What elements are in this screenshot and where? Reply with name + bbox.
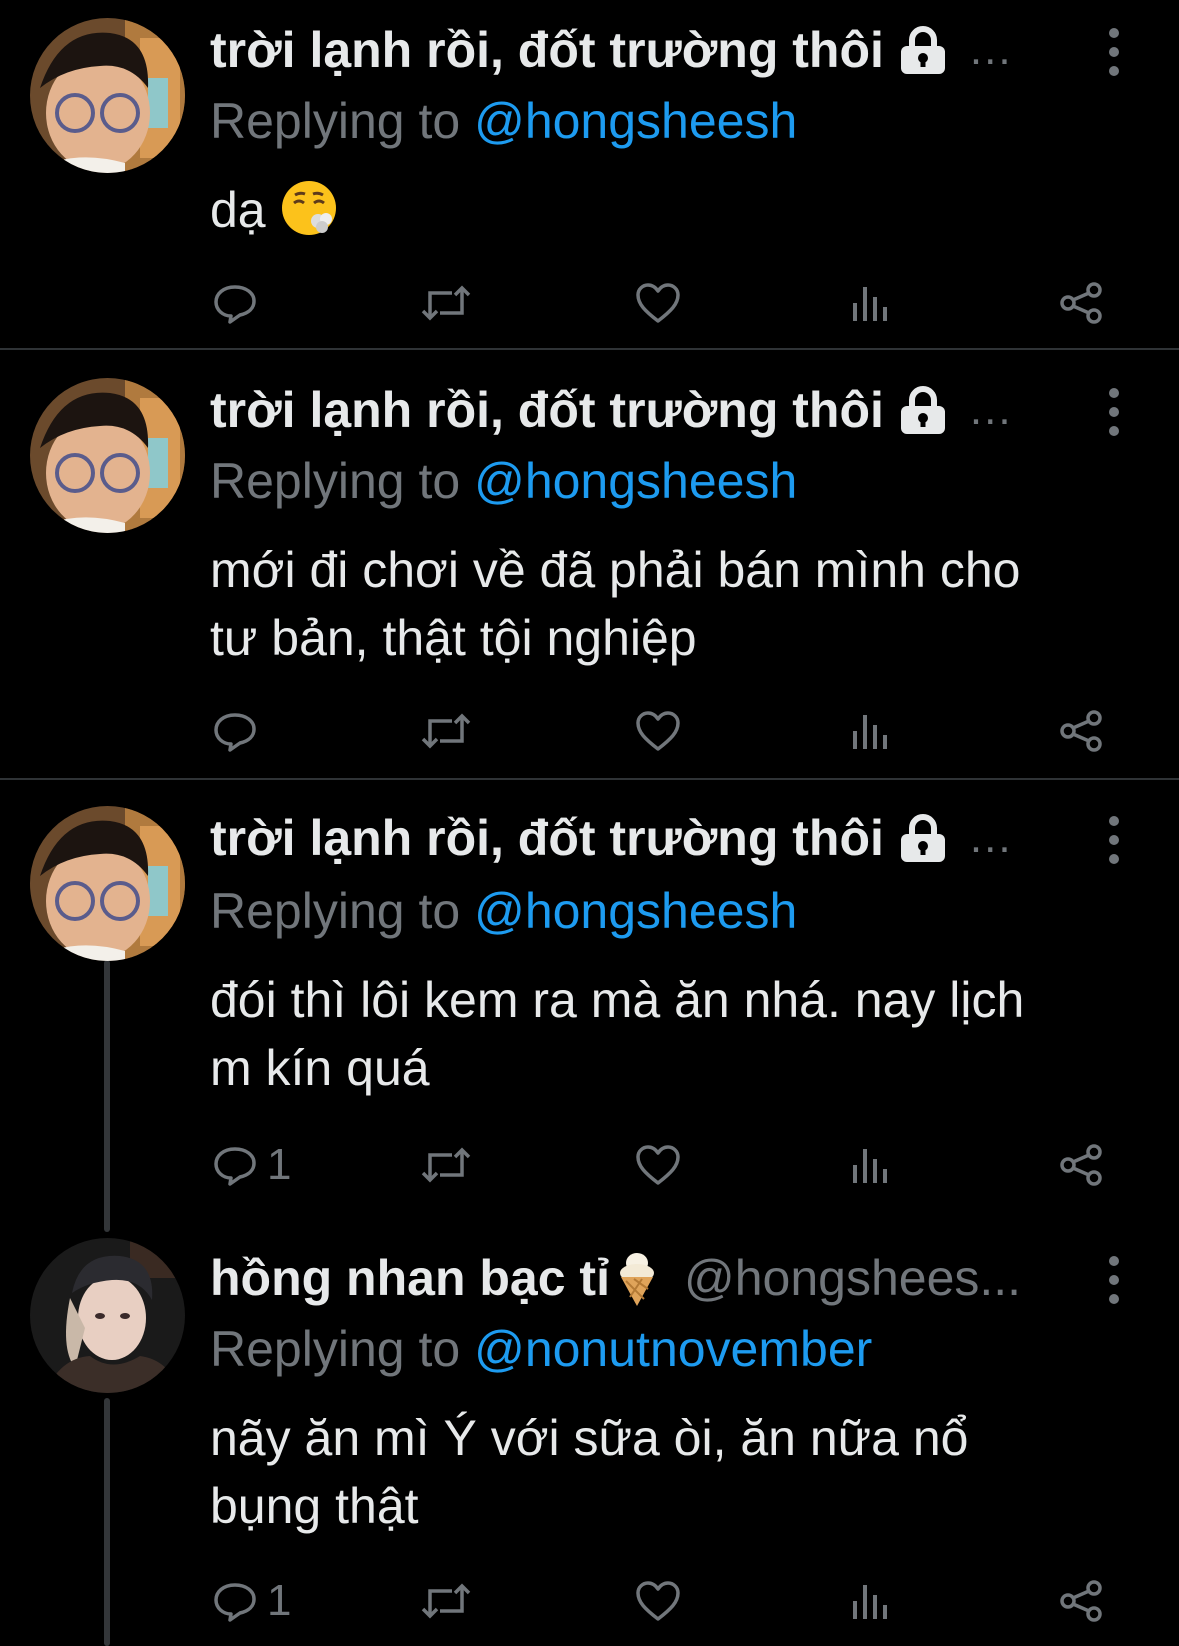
display-name[interactable]: trời lạnh rồi, đốt trường thôi (210, 21, 884, 79)
like-button[interactable] (635, 1576, 681, 1626)
reply-icon (214, 1147, 256, 1186)
reply-button[interactable]: 1 (213, 1576, 291, 1626)
views-button[interactable] (850, 278, 890, 328)
replying-label: Replying to (210, 1321, 461, 1377)
thread-line (104, 1398, 110, 1646)
share-button[interactable] (1058, 1576, 1104, 1626)
retweet-icon (421, 1147, 471, 1183)
lock-icon (898, 812, 948, 864)
retweet-button[interactable] (420, 1140, 472, 1190)
views-button[interactable] (850, 706, 890, 756)
retweet-icon (421, 713, 471, 749)
like-button[interactable] (635, 278, 681, 328)
tweet-header: trời lạnh rồi, đốt trường thôi ... (210, 380, 1050, 440)
tweet-actions: 1 (210, 1140, 1110, 1190)
reply-button[interactable]: 1 (213, 1140, 291, 1190)
mention-link[interactable]: @hongsheesh (474, 93, 797, 149)
reply-count: 1 (267, 1140, 292, 1189)
name-overflow: ... (969, 25, 1013, 74)
display-name[interactable]: hồng nhan bạc tỉ (210, 1249, 610, 1307)
views-button[interactable] (850, 1576, 890, 1626)
views-icon (853, 287, 887, 321)
like-icon (636, 283, 680, 323)
share-button[interactable] (1058, 1140, 1104, 1190)
share-button[interactable] (1058, 278, 1104, 328)
tweet-header: trời lạnh rồi, đốt trường thôi ... (210, 20, 1050, 80)
replying-label: Replying to (210, 93, 461, 149)
share-icon (1060, 282, 1102, 324)
name-overflow: ... (969, 813, 1013, 862)
reply-icon (214, 713, 256, 752)
tweet-text: nãy ăn mì Ý với sữa òi, ăn nữa nổ bụng t… (210, 1410, 969, 1534)
replying-label: Replying to (210, 453, 461, 509)
avatar[interactable] (30, 806, 185, 961)
mention-link[interactable]: @hongsheesh (474, 883, 797, 939)
tweet-actions (210, 706, 1110, 756)
tweet-text: dạ (210, 176, 1110, 244)
more-icon[interactable] (1104, 1253, 1124, 1307)
lock-icon (898, 24, 948, 76)
reply-button[interactable] (213, 706, 267, 756)
display-name[interactable]: trời lạnh rồi, đốt trường thôi (210, 381, 884, 439)
retweet-icon (421, 285, 471, 321)
like-icon (636, 1581, 680, 1621)
reply-count: 1 (267, 1576, 292, 1625)
reply-icon (214, 285, 256, 324)
thread-line (104, 960, 110, 1232)
replying-to: Replying to @nonutnovember (210, 1320, 872, 1378)
views-icon (853, 1585, 887, 1619)
like-icon (636, 1145, 680, 1185)
tweet-4[interactable]: hồng nhan bạc tỉ @hongshees... Replying … (0, 1238, 1179, 1646)
display-name[interactable]: trời lạnh rồi, đốt trường thôi (210, 809, 884, 867)
emoji-exhale-icon (280, 179, 338, 237)
tweet-1[interactable]: trời lạnh rồi, đốt trường thôi ... Reply… (0, 0, 1179, 348)
tweet-actions: 1 (210, 1576, 1110, 1626)
more-icon[interactable] (1104, 813, 1124, 867)
more-icon[interactable] (1104, 25, 1124, 79)
retweet-button[interactable] (420, 706, 472, 756)
views-icon (853, 715, 887, 749)
tweet-header: trời lạnh rồi, đốt trường thôi ... (210, 808, 1050, 868)
like-button[interactable] (635, 706, 681, 756)
like-icon (636, 711, 680, 751)
like-button[interactable] (635, 1140, 681, 1190)
tweet-actions (210, 278, 1110, 328)
retweet-button[interactable] (420, 1576, 472, 1626)
retweet-button[interactable] (420, 278, 472, 328)
reply-button[interactable] (213, 278, 267, 328)
replying-to: Replying to @hongsheesh (210, 452, 797, 510)
tweet-text: mới đi chơi về đã phải bán mình cho tư b… (210, 542, 1021, 666)
tweet-header: hồng nhan bạc tỉ @hongshees... (210, 1248, 1050, 1308)
avatar[interactable] (30, 1238, 185, 1393)
replying-to: Replying to @hongsheesh (210, 92, 797, 150)
tweet-text: đói thì lôi kem ra mà ăn nhá. nay lịch m… (210, 972, 1025, 1096)
name-overflow: ... (969, 385, 1013, 434)
replying-to: Replying to @hongsheesh (210, 882, 797, 940)
ice-cream-icon (616, 1249, 658, 1307)
share-icon (1060, 1580, 1102, 1622)
mention-link[interactable]: @hongsheesh (474, 453, 797, 509)
share-icon (1060, 1144, 1102, 1186)
tweet-2[interactable]: trời lạnh rồi, đốt trường thôi ... Reply… (0, 350, 1179, 778)
avatar[interactable] (30, 378, 185, 533)
lock-icon (898, 384, 948, 436)
views-button[interactable] (850, 1140, 890, 1190)
replying-label: Replying to (210, 883, 461, 939)
retweet-icon (421, 1583, 471, 1619)
share-icon (1060, 710, 1102, 752)
views-icon (853, 1149, 887, 1183)
handle[interactable]: @hongshees... (684, 1249, 1021, 1307)
avatar[interactable] (30, 18, 185, 173)
share-button[interactable] (1058, 706, 1104, 756)
more-icon[interactable] (1104, 385, 1124, 439)
mention-link[interactable]: @nonutnovember (474, 1321, 872, 1377)
tweet-3[interactable]: trời lạnh rồi, đốt trường thôi ... Reply… (0, 780, 1179, 1238)
reply-icon (214, 1583, 256, 1622)
